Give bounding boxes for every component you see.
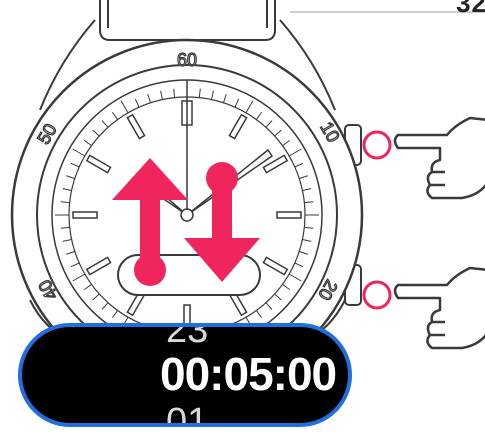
page-number: 32 xyxy=(456,0,485,18)
pointing-hand-icon-top xyxy=(393,116,485,200)
picker-viewport: 23 00:05:00 01 xyxy=(22,327,348,423)
press-ring-icon-bottom xyxy=(362,280,392,310)
picker-current-value: 00:05:00 xyxy=(160,348,337,400)
pointing-hand-icon-bottom xyxy=(393,266,485,350)
timer-value-picker[interactable]: 23 00:05:00 01 xyxy=(18,323,352,427)
hour-marker xyxy=(276,211,302,219)
press-ring-icon-top xyxy=(362,130,392,160)
hour-marker xyxy=(72,211,98,219)
watch-strap xyxy=(99,0,276,41)
picker-next-value: 01 xyxy=(166,401,209,423)
bezel-label-60: 60 xyxy=(177,50,197,70)
